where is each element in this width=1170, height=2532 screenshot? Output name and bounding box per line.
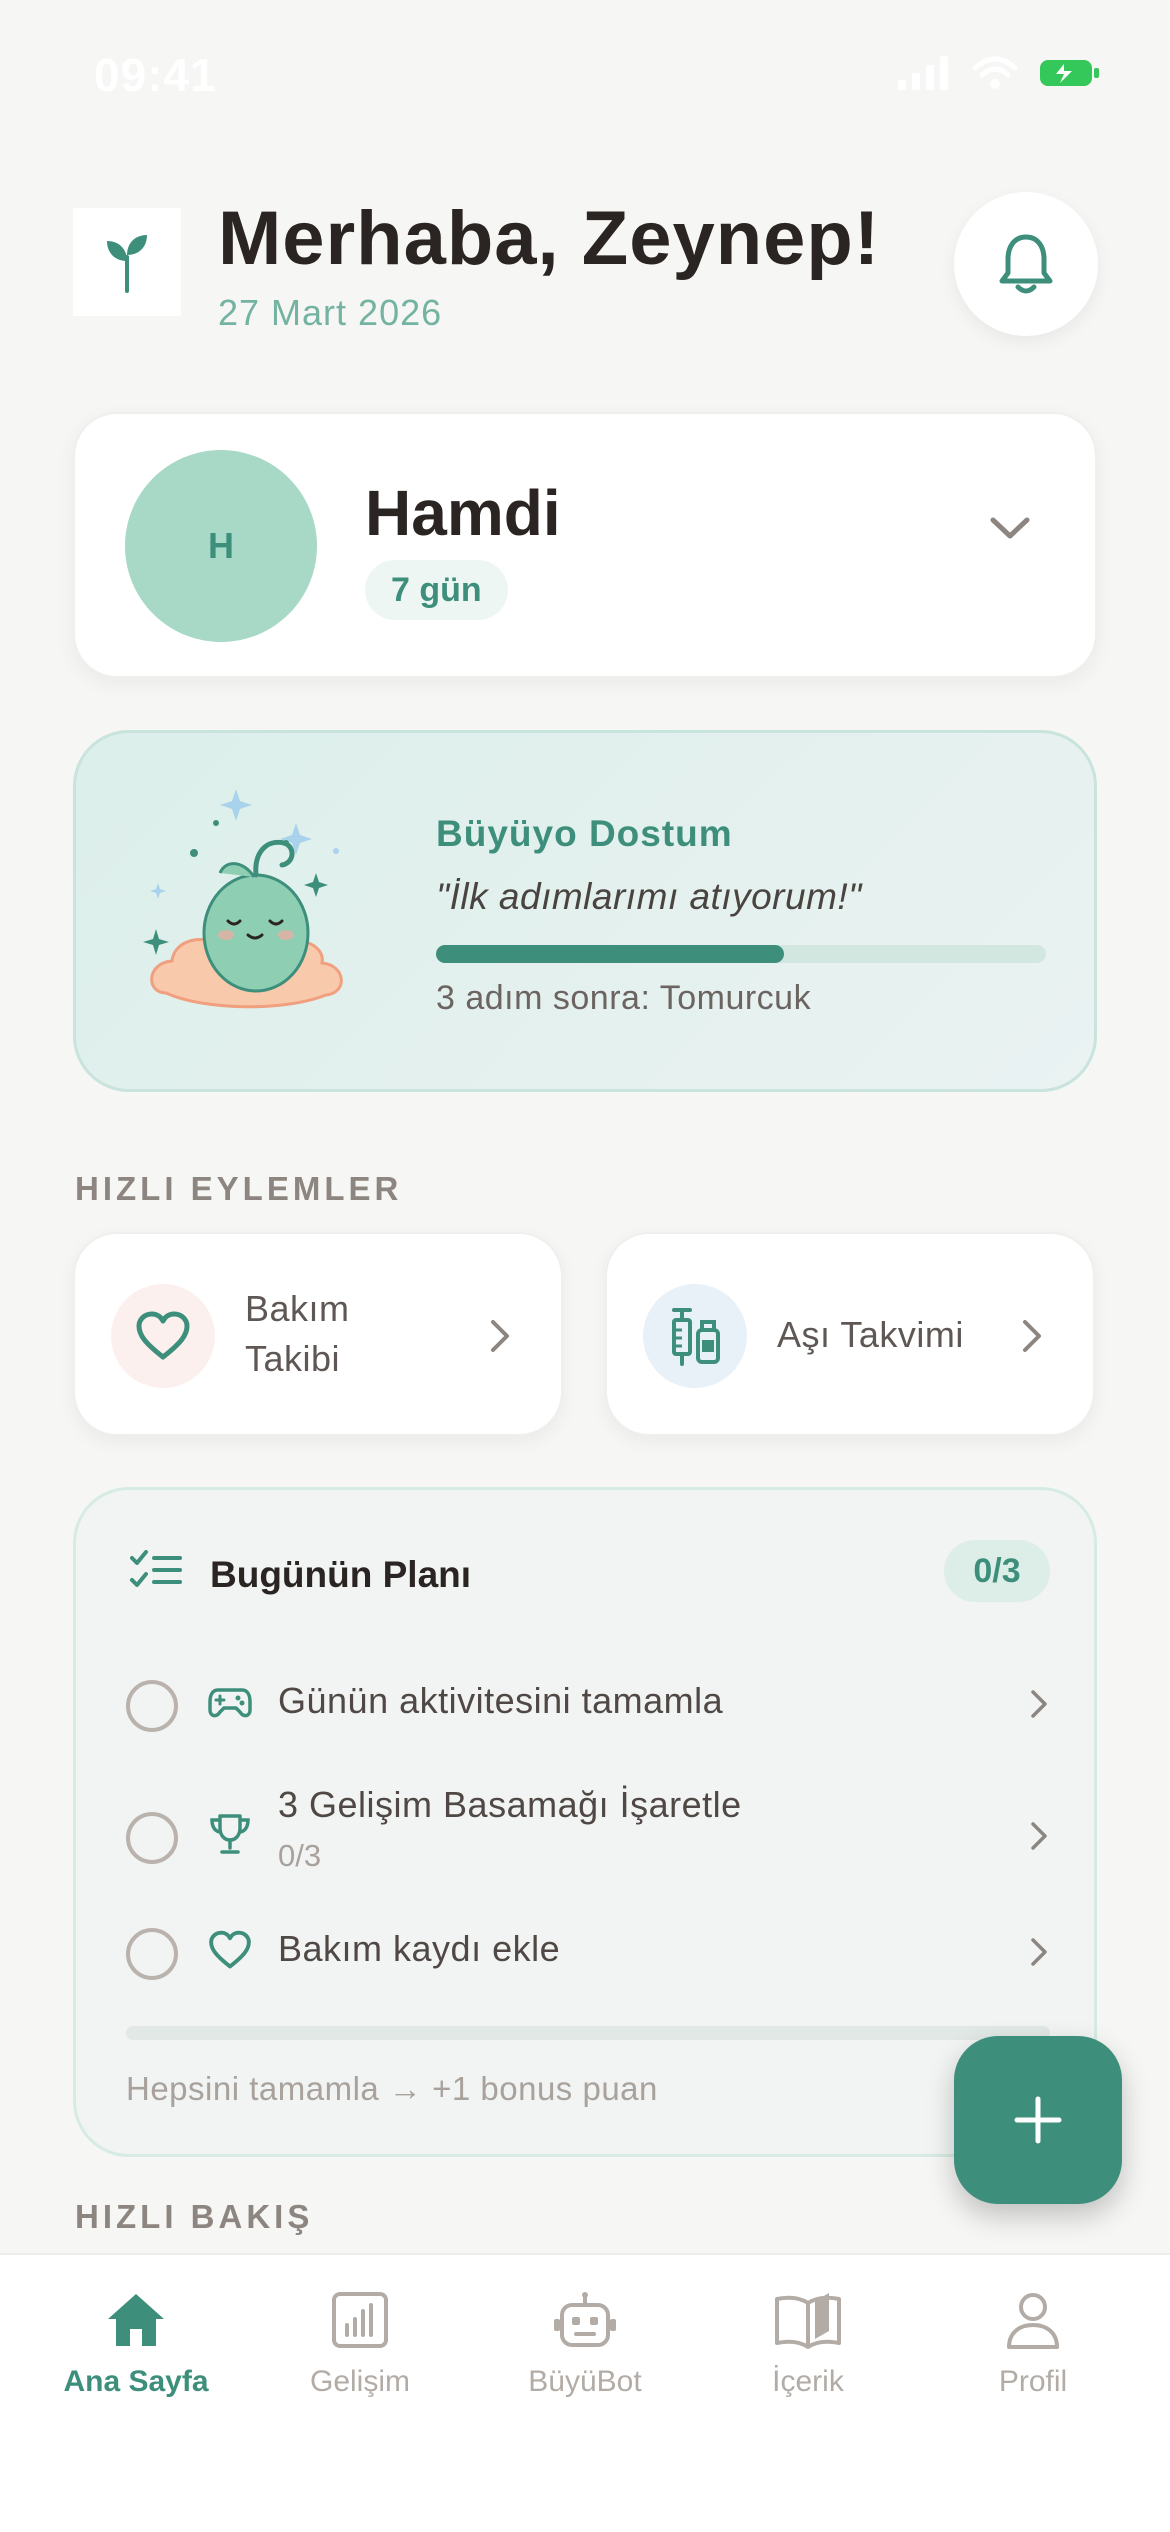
heart-icon bbox=[136, 1311, 190, 1360]
tab-label: BüyüBot bbox=[528, 2365, 642, 2398]
chevron-down-icon bbox=[990, 517, 1030, 539]
tab-label: İçerik bbox=[772, 2365, 844, 2398]
checklist-icon bbox=[130, 1550, 182, 1587]
care-icon-circle bbox=[111, 1284, 215, 1388]
buddy-card[interactable]: Büyüyo Dostum "İlk adımlarımı atıyorum!"… bbox=[73, 730, 1097, 1092]
sprout-logo-icon bbox=[107, 235, 147, 293]
chevron-right-icon bbox=[1031, 1938, 1047, 1966]
chart-icon bbox=[332, 2292, 388, 2348]
task-checkbox[interactable] bbox=[126, 1680, 178, 1732]
task-sublabel: 0/3 bbox=[278, 1838, 322, 1873]
app-logo bbox=[73, 208, 181, 316]
trophy-icon bbox=[210, 1814, 250, 1854]
chevron-right-icon bbox=[1031, 1690, 1047, 1718]
header-date: 27 Mart 2026 bbox=[218, 292, 443, 333]
person-icon bbox=[1007, 2293, 1059, 2349]
child-name: Hamdi bbox=[365, 477, 561, 549]
vaccine-icon-circle bbox=[643, 1284, 747, 1388]
plan-bonus-text: Hepsini tamamla → +1 bonus puan bbox=[126, 2070, 658, 2107]
plan-count-badge: 0/3 bbox=[944, 1540, 1050, 1602]
care-tracking-button[interactable]: Bakım Takibi bbox=[73, 1232, 563, 1436]
buddy-quote: "İlk adımlarımı atıyorum!" bbox=[436, 876, 862, 917]
buddy-next-stage: 3 adım sonra: Tomurcuk bbox=[436, 979, 812, 1017]
care-tracking-label-2: Takibi bbox=[245, 1338, 341, 1379]
status-icons bbox=[898, 56, 1100, 90]
status-time: 09:41 bbox=[94, 49, 217, 101]
task-row[interactable]: Bakım kaydı ekle bbox=[126, 1908, 1050, 2008]
bell-icon bbox=[999, 234, 1053, 294]
buddy-progress-fill bbox=[436, 945, 784, 963]
task-label: Günün aktivitesini tamamla bbox=[278, 1680, 724, 1721]
bottom-tab-bar: Ana Sayfa Gelişim BüyüBot İçerik Profil bbox=[0, 2253, 1170, 2532]
greeting-title: Merhaba, Zeynep! bbox=[218, 196, 881, 281]
tab-development[interactable]: Gelişim bbox=[243, 2291, 477, 2399]
book-icon bbox=[775, 2293, 841, 2349]
wifi-icon bbox=[972, 56, 1018, 89]
vaccine-schedule-button[interactable]: Aşı Takvimi bbox=[605, 1232, 1095, 1436]
gamepad-icon bbox=[208, 1688, 252, 1718]
child-age-badge: 7 gün bbox=[365, 560, 508, 620]
care-tracking-label-1: Bakım bbox=[245, 1288, 350, 1329]
vaccine-icon bbox=[672, 1308, 720, 1366]
tab-profile[interactable]: Profil bbox=[916, 2291, 1150, 2399]
quick-look-title: HIZLI BAKIŞ bbox=[75, 2198, 314, 2235]
notifications-button[interactable] bbox=[954, 192, 1098, 336]
tab-content[interactable]: İçerik bbox=[691, 2291, 925, 2399]
quick-actions-title: HIZLI EYLEMLER bbox=[75, 1170, 403, 1207]
battery-icon bbox=[1040, 60, 1099, 86]
task-label: Bakım kaydı ekle bbox=[278, 1928, 561, 1969]
chevron-right-icon bbox=[1031, 1822, 1047, 1850]
add-button[interactable] bbox=[954, 2036, 1122, 2204]
tab-home[interactable]: Ana Sayfa bbox=[19, 2291, 253, 2399]
buddy-progress-bar bbox=[436, 945, 1046, 963]
task-checkbox[interactable] bbox=[126, 1812, 178, 1864]
heart-icon bbox=[209, 1930, 251, 1969]
vaccine-schedule-label: Aşı Takvimi bbox=[777, 1314, 964, 1355]
task-row[interactable]: Günün aktivitesini tamamla bbox=[126, 1660, 1050, 1760]
seed-mascot-illustration bbox=[143, 789, 343, 1009]
tab-label: Ana Sayfa bbox=[63, 2365, 209, 2398]
plan-progress-bar bbox=[126, 2026, 1050, 2040]
chevron-right-icon bbox=[491, 1320, 509, 1352]
plan-title: Bugünün Planı bbox=[210, 1554, 472, 1595]
tab-label: Profil bbox=[998, 2365, 1068, 2398]
plus-icon bbox=[1014, 2096, 1062, 2144]
child-avatar: H bbox=[125, 450, 317, 642]
home-icon bbox=[108, 2294, 164, 2346]
signal-icon bbox=[898, 56, 948, 90]
task-row[interactable]: 3 Gelişim Basamağı İşaretle 0/3 bbox=[126, 1784, 1050, 1914]
tab-buyubot[interactable]: BüyüBot bbox=[468, 2291, 702, 2399]
buddy-title: Büyüyo Dostum bbox=[436, 813, 733, 854]
todays-plan-card: Bugünün Planı 0/3 Günün aktivitesini tam… bbox=[73, 1487, 1097, 2157]
chevron-right-icon bbox=[1023, 1320, 1041, 1352]
child-selector-card[interactable]: H Hamdi 7 gün bbox=[73, 412, 1097, 678]
tab-label: Gelişim bbox=[309, 2365, 410, 2398]
task-checkbox[interactable] bbox=[126, 1928, 178, 1980]
task-label: 3 Gelişim Basamağı İşaretle bbox=[278, 1784, 742, 1825]
robot-icon bbox=[554, 2292, 616, 2347]
